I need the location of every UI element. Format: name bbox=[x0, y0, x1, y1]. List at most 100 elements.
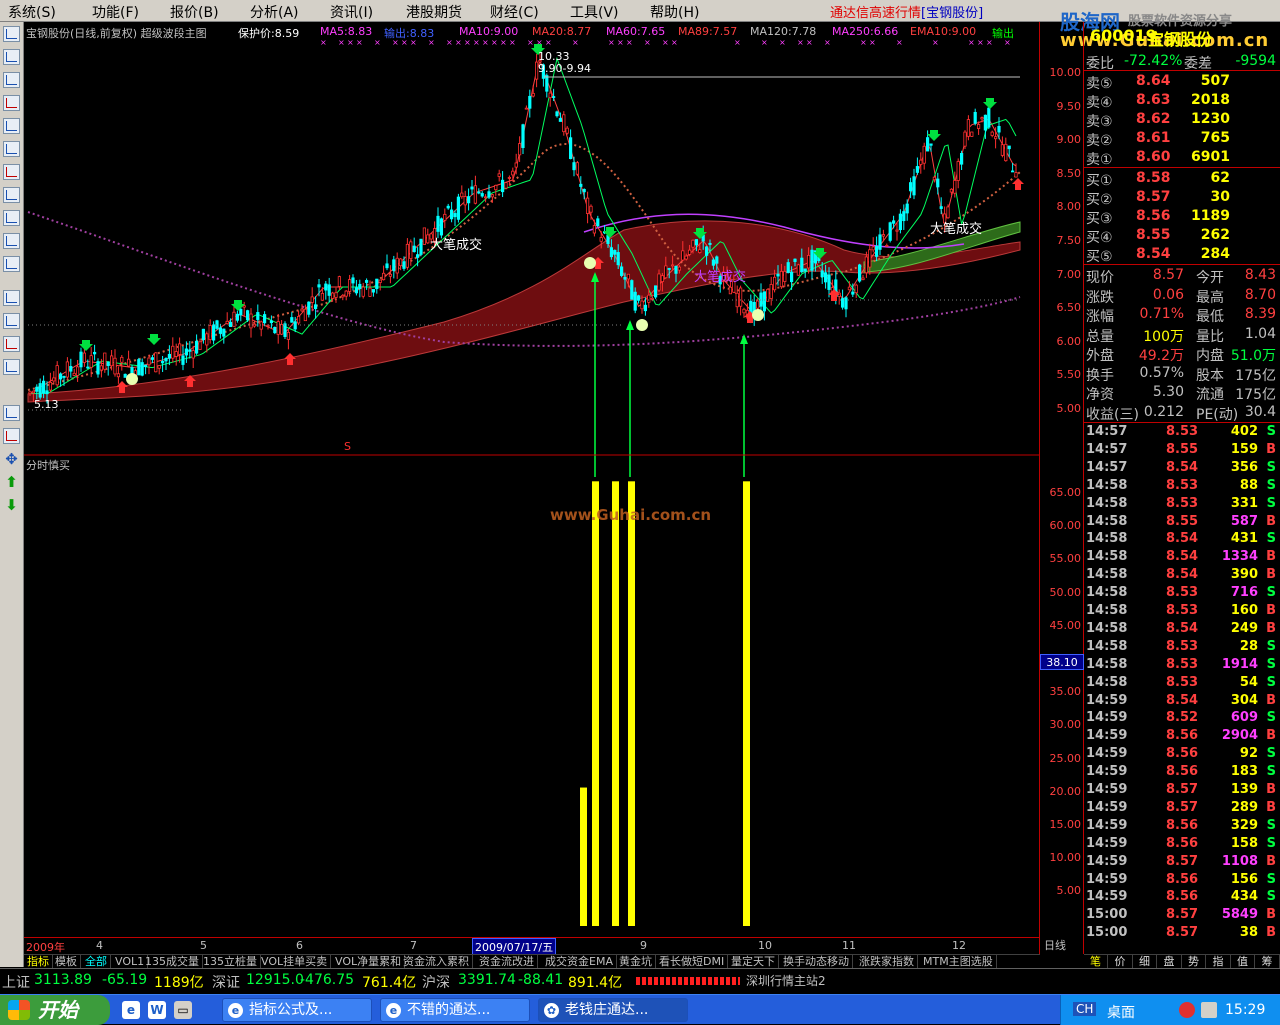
candle-body bbox=[974, 112, 976, 123]
quote-board-icon[interactable] bbox=[3, 26, 20, 42]
word-quicklaunch-icon[interactable]: W bbox=[148, 1001, 166, 1019]
indicator-tab[interactable]: 全部 bbox=[82, 955, 111, 969]
indicator-tab[interactable]: 资金流入累积 bbox=[400, 955, 473, 969]
search-icon[interactable] bbox=[3, 233, 20, 249]
menu-hk-futures[interactable]: 港股期货 bbox=[406, 2, 462, 22]
indicator-tab[interactable]: 黄金坑 bbox=[616, 955, 656, 969]
desktop-quicklaunch-icon[interactable]: ▭ bbox=[174, 1001, 192, 1019]
indicator-tab[interactable]: 资金流改进 bbox=[476, 955, 538, 969]
pen-icon[interactable] bbox=[3, 428, 20, 444]
menu-tools[interactable]: 工具(V) bbox=[570, 2, 619, 22]
candle-body bbox=[63, 376, 65, 377]
bsi-icon[interactable] bbox=[3, 313, 20, 329]
indicator-tab[interactable]: 涨跌家指数 bbox=[856, 955, 918, 969]
period-label[interactable]: 日线 bbox=[1044, 937, 1066, 953]
sector-icon[interactable] bbox=[3, 164, 20, 180]
globe-icon[interactable] bbox=[3, 210, 20, 226]
candle-body bbox=[124, 374, 126, 377]
indicator-tab[interactable]: VOL净量累和 bbox=[332, 955, 405, 969]
task-button-active[interactable]: ✿ 老钱庄通达... bbox=[538, 998, 688, 1022]
indicator-tab[interactable]: MTM主图选股 bbox=[920, 955, 997, 969]
x-marker: × bbox=[626, 38, 633, 47]
wave-icon[interactable] bbox=[3, 290, 20, 306]
kline-icon[interactable] bbox=[3, 49, 20, 65]
indicator-tab[interactable]: 135立桩量 bbox=[200, 955, 261, 969]
candle-body bbox=[658, 274, 660, 290]
wrench-icon[interactable] bbox=[3, 405, 20, 421]
candle-body bbox=[716, 257, 718, 263]
candle-body bbox=[614, 250, 616, 254]
calc-icon[interactable] bbox=[3, 359, 20, 375]
current-value-badge: 38.10 bbox=[1040, 654, 1084, 670]
list-icon[interactable] bbox=[3, 141, 20, 157]
quote-tab[interactable]: 盘 bbox=[1158, 955, 1182, 968]
f10-icon[interactable] bbox=[3, 118, 20, 134]
candle-body bbox=[66, 362, 68, 377]
tick-row: 14:59 8.52 609 S bbox=[1084, 710, 1280, 728]
menu-finance[interactable]: 财经(C) bbox=[490, 2, 539, 22]
menu-news[interactable]: 资讯(I) bbox=[330, 2, 373, 22]
bid-price: 8.58 bbox=[1136, 170, 1171, 186]
menu-analysis[interactable]: 分析(A) bbox=[250, 2, 299, 22]
tick-row: 15:00 8.57 38 B bbox=[1084, 925, 1280, 943]
menu-help[interactable]: 帮助(H) bbox=[650, 2, 699, 22]
quote-tab[interactable]: 细 bbox=[1133, 955, 1157, 968]
candle-icon[interactable] bbox=[3, 95, 20, 111]
indicator-tab[interactable]: 成交资金EMA bbox=[542, 955, 617, 969]
desktop-toolbar[interactable]: 桌面 bbox=[1107, 1002, 1135, 1022]
indicator-tab[interactable]: 模板 bbox=[52, 955, 81, 969]
candle-body bbox=[87, 367, 89, 368]
up-arrow-icon[interactable]: ⬆ bbox=[3, 474, 20, 490]
candle-body bbox=[960, 153, 962, 164]
tick-time: 14:58 bbox=[1086, 531, 1127, 546]
quote-tab[interactable]: 筹 bbox=[1256, 955, 1280, 968]
candle-body bbox=[705, 247, 707, 256]
candle-body bbox=[712, 260, 714, 265]
indicator-tab[interactable]: 看长做短DMI bbox=[656, 955, 728, 969]
quote-tab[interactable]: 笔 bbox=[1084, 955, 1108, 968]
indicator-tab[interactable]: 指标 bbox=[24, 955, 53, 969]
candle-body bbox=[56, 366, 58, 385]
price-tick: 10.00 bbox=[1050, 66, 1082, 79]
language-indicator[interactable]: CH bbox=[1073, 1002, 1096, 1016]
candle-body bbox=[661, 276, 663, 282]
candle-body bbox=[872, 247, 874, 250]
tick-side: S bbox=[1267, 889, 1276, 904]
indicator-tab[interactable]: 换手动态移动 bbox=[780, 955, 853, 969]
x-marker: × bbox=[545, 38, 552, 47]
eti-icon[interactable] bbox=[3, 256, 20, 272]
indicator-tab[interactable]: 量定天下 bbox=[728, 955, 779, 969]
tick-price: 8.53 bbox=[1166, 585, 1198, 600]
menu-function[interactable]: 功能(F) bbox=[92, 2, 139, 22]
menu-system[interactable]: 系统(S) bbox=[8, 2, 56, 22]
down-arrow-icon[interactable]: ⬇ bbox=[3, 497, 20, 513]
candle-body bbox=[794, 259, 796, 261]
chart-area[interactable]: 宝钢股份(日线,前复权) 超级波段主图 保护价:8.59 MA5:8.83 输出… bbox=[24, 22, 1040, 954]
quote-tab[interactable]: 势 bbox=[1182, 955, 1206, 968]
quote-tab[interactable]: 值 bbox=[1231, 955, 1255, 968]
stat-row: 总量 100万 量比 1.04 bbox=[1084, 325, 1280, 344]
people-icon[interactable] bbox=[3, 187, 20, 203]
trend-icon[interactable] bbox=[3, 336, 20, 352]
x-marker: × bbox=[356, 38, 363, 47]
status-notice: 通达信高速行情[宝钢股份] bbox=[830, 2, 983, 21]
crosshair-icon[interactable]: ✥ bbox=[3, 451, 20, 467]
task-button[interactable]: e 不错的通达... bbox=[380, 998, 530, 1022]
indicator-tab[interactable]: 135成交量 bbox=[142, 955, 203, 969]
shield-icon[interactable] bbox=[1179, 1002, 1195, 1018]
network-icon[interactable] bbox=[1201, 1002, 1217, 1018]
start-button[interactable]: 开始 bbox=[0, 995, 110, 1025]
bigdeal-label: 大笔成交 bbox=[930, 218, 982, 237]
chart-line-icon[interactable] bbox=[3, 72, 20, 88]
menu-quote[interactable]: 报价(B) bbox=[170, 2, 219, 22]
candle-body bbox=[488, 192, 490, 198]
quote-tab[interactable]: 指 bbox=[1207, 955, 1231, 968]
candle-body bbox=[780, 271, 782, 286]
stat-label: PE(动) bbox=[1196, 404, 1238, 424]
indicator-tab[interactable]: VOL挂单买卖 bbox=[258, 955, 331, 969]
ie-quicklaunch-icon[interactable]: e bbox=[122, 1001, 140, 1019]
candle-body bbox=[206, 334, 208, 345]
task-button[interactable]: e 指标公式及... bbox=[222, 998, 372, 1022]
quote-tab[interactable]: 价 bbox=[1109, 955, 1133, 968]
tick-volume: 88 bbox=[1240, 478, 1258, 493]
